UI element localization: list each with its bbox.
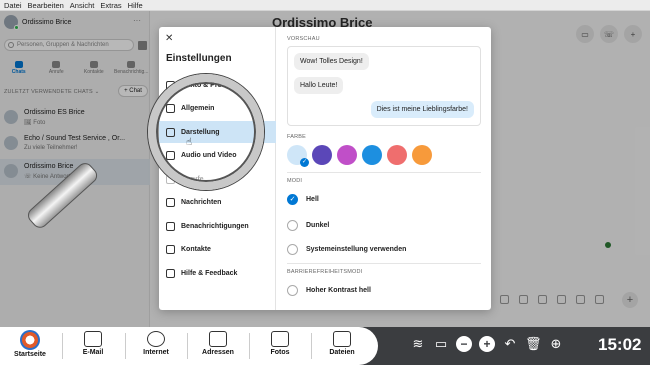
settings-menu-item[interactable]: Benachrichtigungen (159, 215, 276, 237)
appearance-panel: VORSCHAU Wow! Tolles Design! Hallo Leute… (277, 27, 491, 310)
radio-label: Dunkel (306, 222, 330, 229)
taskbar-apps: Startseite E-Mail Internet Adressen Foto… (0, 327, 378, 365)
radio-label: Hell (306, 196, 319, 203)
radio-button[interactable]: ✓ (287, 194, 298, 205)
battery-icon[interactable]: ▭ (433, 336, 449, 352)
radio-button[interactable] (287, 244, 298, 255)
wifi-icon[interactable]: ≋ (410, 336, 426, 352)
color-swatch[interactable] (312, 145, 332, 165)
radio-label: Systemeinstellung verwenden (306, 246, 407, 253)
mail-icon (84, 331, 102, 347)
settings-menu-label: Nachrichten (181, 199, 222, 206)
trash-icon[interactable]: 🗑 (525, 336, 542, 352)
color-swatch[interactable] (287, 145, 309, 167)
radio-option[interactable]: Hoher Kontrast hell (287, 285, 371, 296)
radio-option[interactable]: Dunkel (287, 220, 329, 231)
settings-menu-label: Benachrichtigungen (181, 222, 249, 230)
info-icon (166, 268, 175, 278)
color-swatch[interactable] (362, 145, 382, 165)
radio-option[interactable]: Systemeinstellung verwenden (287, 244, 406, 255)
preview-bubble: Wow! Tolles Design! (294, 53, 369, 70)
home-icon (20, 330, 40, 350)
clock: 15:02 (598, 335, 642, 354)
color-swatches (287, 145, 432, 167)
zoom-in-icon[interactable]: + (479, 336, 495, 352)
taskbar-label: Dateien (329, 349, 355, 356)
divider (287, 263, 481, 264)
contacts-icon (209, 331, 227, 347)
radio-option[interactable]: ✓ Hell (287, 194, 319, 205)
globe-icon (147, 331, 165, 347)
radio-button[interactable] (287, 285, 298, 296)
menu-bearbeiten[interactable]: Bearbeiten (28, 0, 64, 10)
camera-icon (271, 331, 289, 347)
settings-menu-item[interactable]: Nachrichten (159, 192, 276, 214)
menu-datei[interactable]: Datei (4, 0, 22, 10)
help-lifebuoy-icon[interactable]: ⊕ (548, 336, 564, 352)
hand-cursor-icon: ☝ (186, 137, 193, 148)
contacts-icon (166, 245, 175, 254)
dateien-button[interactable]: Dateien (312, 327, 372, 365)
radio-button[interactable] (287, 220, 298, 231)
menu-ansicht[interactable]: Ansicht (70, 0, 95, 10)
fotos-button[interactable]: Fotos (250, 327, 310, 365)
system-tray: ≋ ▭ − + ↶ 🗑 ⊕ (410, 336, 564, 352)
zoom-out-icon[interactable]: − (456, 336, 472, 352)
mode-label: MODI (287, 178, 303, 184)
preview-bubble: Dies ist meine Lieblingsfarbe! (370, 101, 474, 118)
internet-button[interactable]: Internet (126, 327, 186, 365)
taskbar-label: Startseite (14, 351, 46, 358)
settings-menu-label: Kontakte (181, 246, 211, 253)
settings-menu-item[interactable]: Kontakte (159, 239, 276, 261)
menu-bar: Datei Bearbeiten Ansicht Extras Hilfe (0, 0, 650, 11)
preview-bubble: Hallo Leute! (294, 77, 344, 94)
taskbar-label: Fotos (270, 349, 290, 356)
menu-hilfe[interactable]: Hilfe (128, 0, 143, 10)
divider (287, 172, 481, 173)
chat-icon (166, 198, 175, 207)
settings-menu-item[interactable]: Hilfe & Feedback (159, 262, 276, 284)
color-label: FARBE (287, 134, 307, 140)
taskbar-label: Internet (143, 349, 169, 356)
menu-extras[interactable]: Extras (100, 0, 121, 10)
adressen-button[interactable]: Adressen (188, 327, 248, 365)
magnifier-lens-icon (148, 74, 264, 190)
taskbar-label: Adressen (202, 349, 234, 356)
taskbar-label: E-Mail (82, 349, 104, 356)
accessibility-label: BARRIEREFREIHEITSMODI (287, 269, 363, 275)
chat-preview-box: Wow! Tolles Design! Hallo Leute! Dies is… (287, 46, 481, 126)
color-swatch[interactable] (387, 145, 407, 165)
email-button[interactable]: E-Mail (63, 327, 123, 365)
dialog-title: Einstellungen (166, 53, 232, 64)
settings-menu-label: Hilfe & Feedback (181, 269, 238, 277)
files-icon (333, 331, 351, 347)
taskbar: Startseite E-Mail Internet Adressen Foto… (0, 327, 650, 365)
radio-label: Hoher Kontrast hell (306, 287, 371, 294)
bell-icon (166, 221, 175, 231)
startseite-button[interactable]: Startseite (0, 327, 60, 365)
color-swatch[interactable] (412, 145, 432, 165)
undo-icon[interactable]: ↶ (502, 336, 518, 352)
color-swatch[interactable] (337, 145, 357, 165)
preview-label: VORSCHAU (287, 36, 320, 42)
close-icon[interactable]: ✕ (165, 33, 173, 44)
